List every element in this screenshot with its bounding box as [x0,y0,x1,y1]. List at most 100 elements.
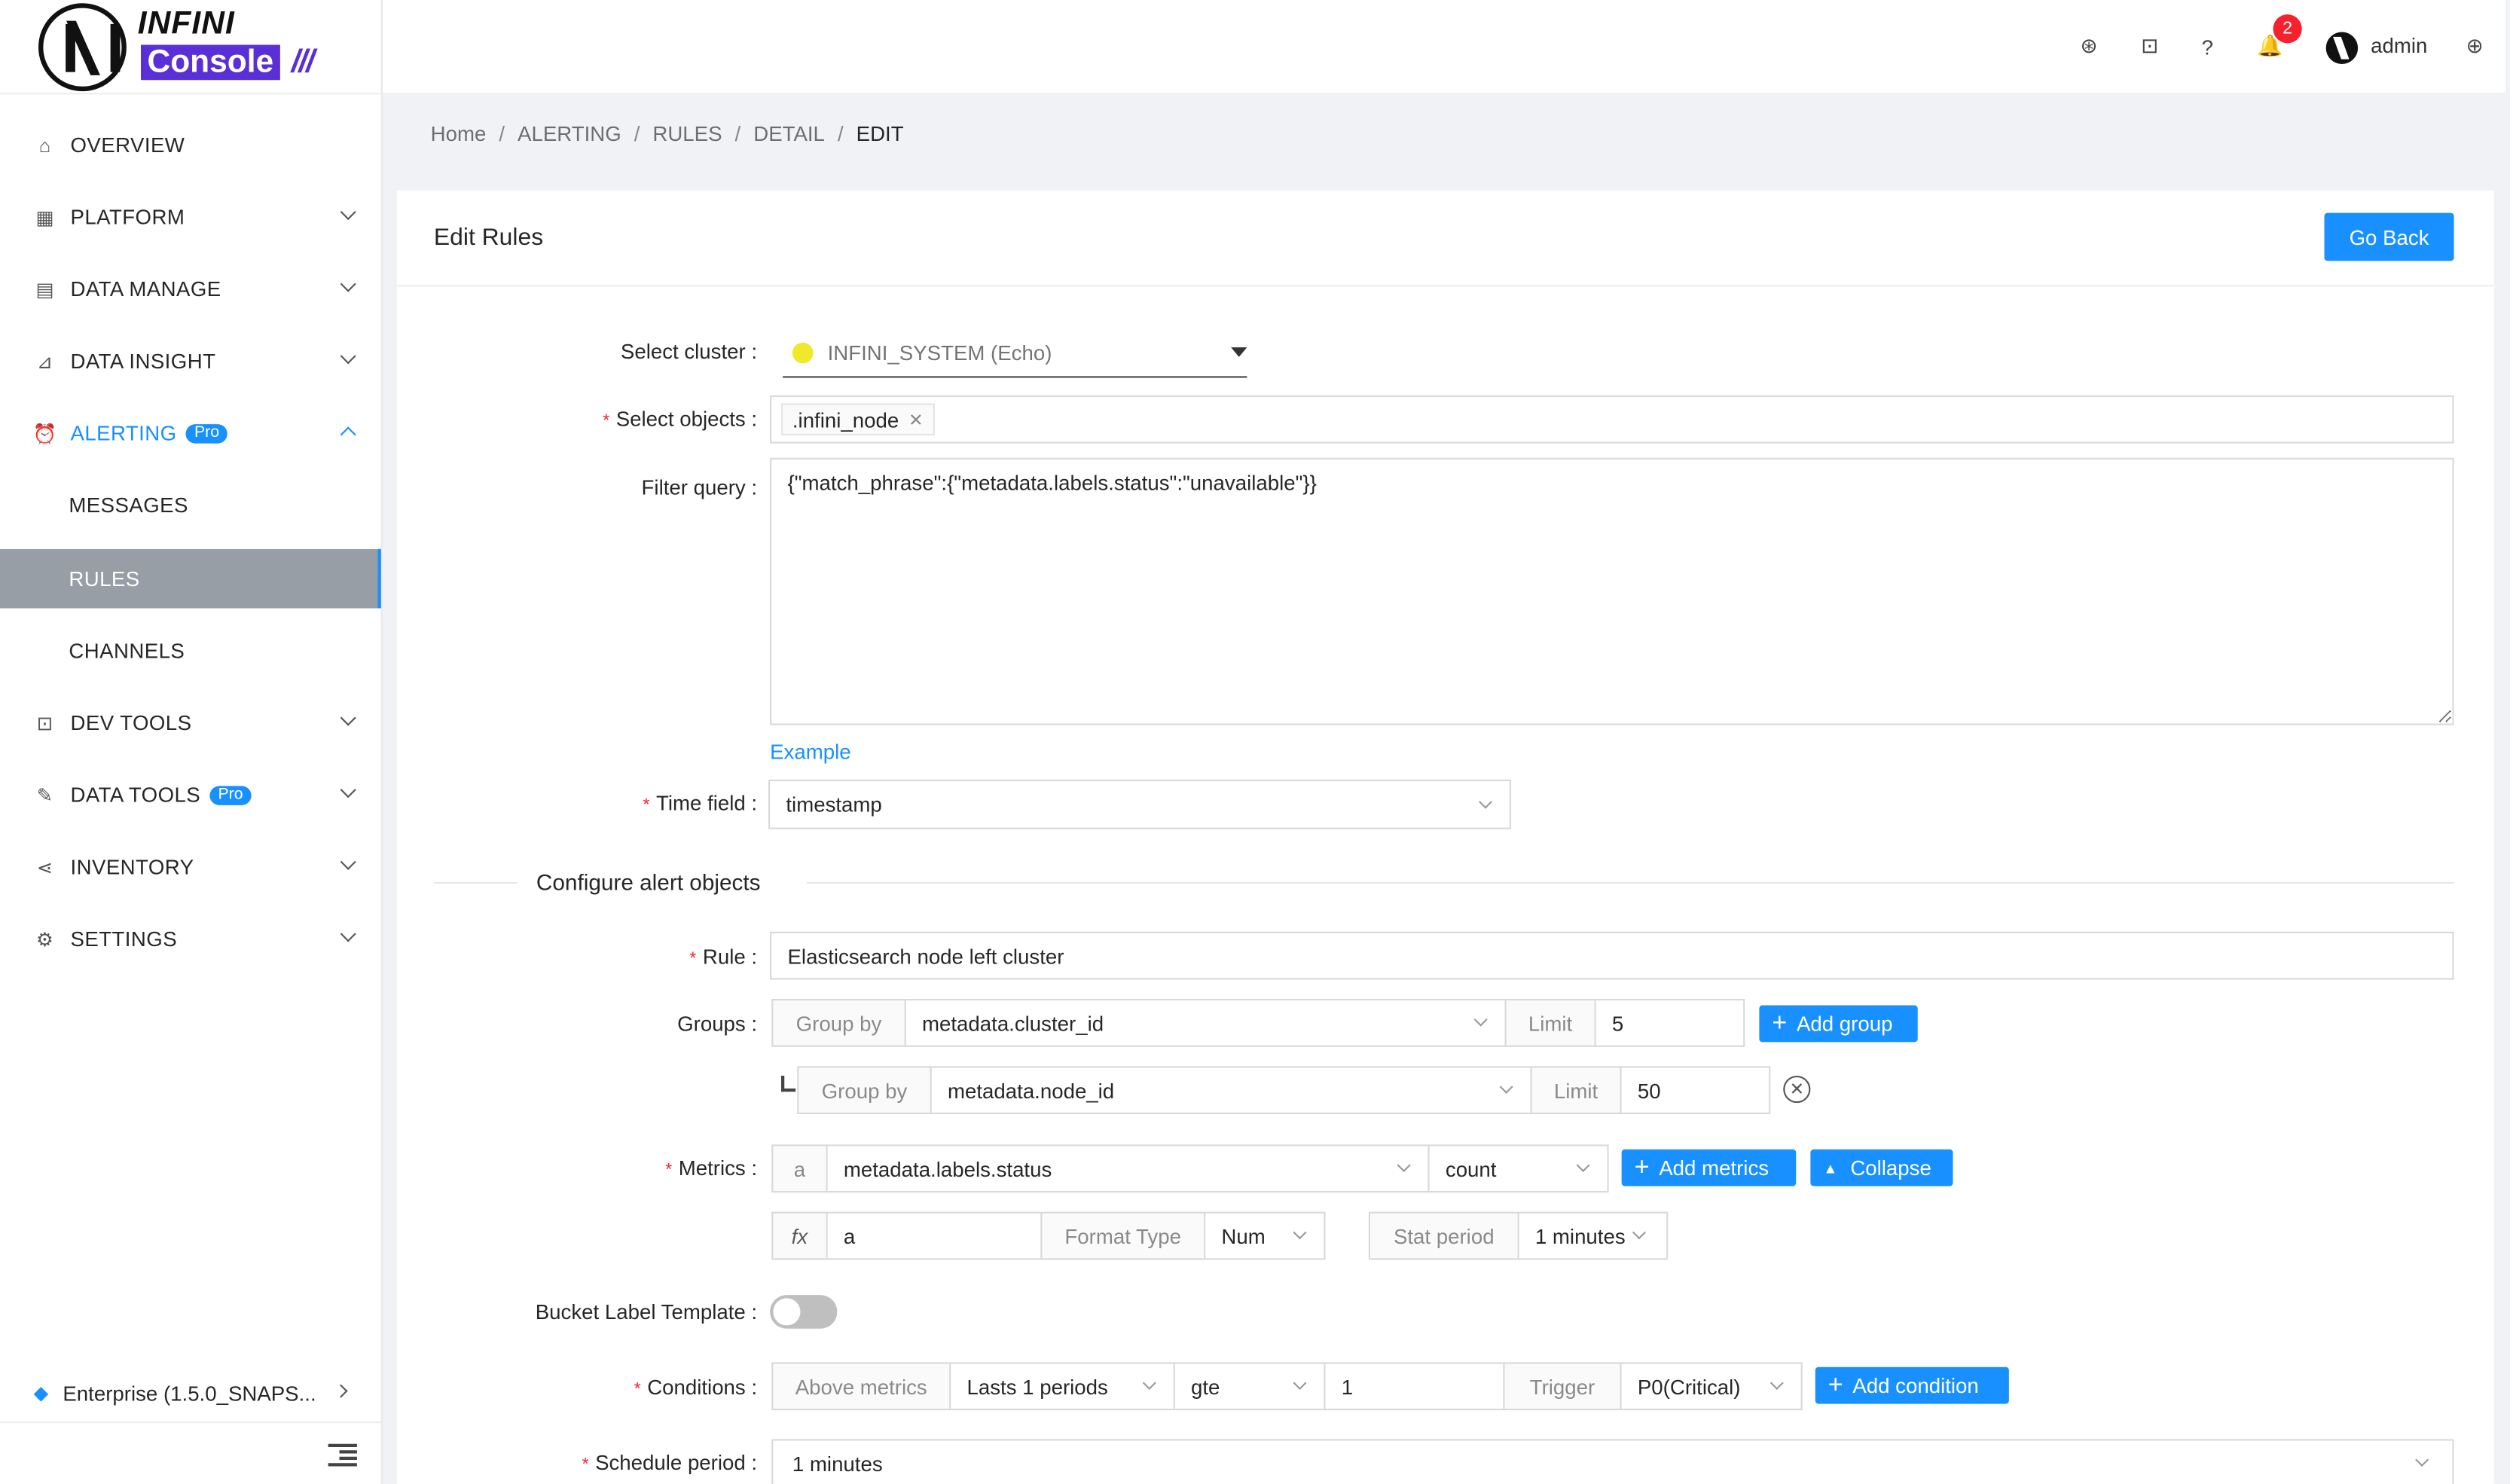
sidebar-item-channels[interactable]: CHANNELS [0,621,381,681]
group-limit-input[interactable]: 50 [1620,1066,1771,1114]
collapse-button[interactable]: ▲ Collapse [1810,1149,1953,1186]
threshold-value: 1 [1341,1374,1354,1399]
group-by-addon: Group by [797,1066,932,1114]
sidebar-item-overview[interactable]: ⌂ OVERVIEW [0,115,381,175]
cluster-icon[interactable]: ⊛ [2076,34,2102,60]
breadcrumb-home[interactable]: Home [431,122,487,146]
filter-query-textarea[interactable]: {"match_phrase":{"metadata.labels.status… [770,457,2454,725]
bucket-label-toggle[interactable] [770,1295,838,1329]
chevron-down-icon [1770,1376,1784,1391]
chevron-down-icon [1632,1226,1647,1240]
metrics-label: * Metrics : [665,1156,758,1180]
fx-addon: fx [771,1211,828,1260]
help-icon[interactable]: ? [2194,34,2220,60]
breadcrumb: Home / ALERTING / RULES / DETAIL / EDIT [431,122,904,146]
formula-value: a [843,1223,856,1248]
logo-slashes: /// [291,44,315,81]
chart-icon: ⊿ [36,350,53,373]
plus-icon: + [1828,1371,1843,1399]
go-back-button[interactable]: Go Back [2324,212,2454,261]
breadcrumb-separator: / [734,121,741,146]
periods-value: Lasts 1 periods [966,1374,1108,1399]
format-type-value: Num [1221,1223,1266,1248]
sidebar-item-data-insight[interactable]: ⊿ DATA INSIGHT [0,331,381,391]
menu-collapse-icon[interactable] [328,1443,357,1468]
add-condition-button[interactable]: + Add condition [1815,1366,2009,1404]
caret-down-icon [1231,347,1247,357]
enterprise-version[interactable]: ◆ Enterprise (1.5.0_SNAPS... [0,1364,381,1422]
logo-mark-icon [38,3,127,92]
edit-rules-card: Edit Rules Go Back [397,190,2494,1484]
chevron-down-icon [1293,1376,1307,1391]
plus-icon: + [1634,1153,1650,1181]
object-tag[interactable]: .infini_node ✕ [781,403,935,435]
rule-input-value: Elasticsearch node left cluster [787,943,1064,968]
logo-text-bottom: Console [141,44,280,81]
group-limit-input[interactable]: 5 [1594,999,1745,1047]
sidebar-item-label: DEV TOOLS [70,710,192,735]
cluster-select[interactable]: INFINI_SYSTEM (Echo) [783,329,1247,378]
stat-period-select[interactable]: 1 minutes [1517,1211,1669,1260]
pro-badge: Pro [209,785,252,805]
chevron-up-icon [340,426,356,443]
operator-select[interactable]: gte [1173,1362,1326,1411]
avatar[interactable] [2325,32,2359,64]
stat-period-value: 1 minutes [1534,1223,1626,1248]
terminal-icon: ⊡ [36,711,53,734]
metric-field-value: metadata.labels.status [843,1156,1052,1181]
sidebar-item-dev-tools[interactable]: ⊡ DEV TOOLS [0,693,381,753]
cluster-status-dot [792,342,814,364]
metric-aggregation-select[interactable]: count [1428,1144,1609,1193]
chevron-down-icon [340,710,356,726]
objects-select[interactable]: .infini_node ✕ [770,395,2454,444]
sidebar-item-label: ALERTING [70,420,177,445]
group-field-select[interactable]: metadata.node_id [930,1066,1532,1114]
add-group-button[interactable]: + Add group [1759,1005,1918,1043]
sidebar-item-settings[interactable]: ⚙ SETTINGS [0,909,381,969]
schedule-period-select[interactable]: 1 minutes [771,1439,2454,1484]
priority-select[interactable]: P0(Critical) [1620,1362,1803,1411]
console-icon[interactable]: ⊡ [2137,34,2163,60]
sidebar-item-platform[interactable]: ▦ PLATFORM [0,188,381,247]
example-link[interactable]: Example [770,740,850,764]
add-metrics-button[interactable]: + Add metrics [1621,1149,1797,1186]
logo[interactable]: INFINI Console /// [0,0,381,95]
username[interactable]: admin [2371,34,2427,58]
schedule-period-value: 1 minutes [792,1451,883,1476]
metric-field-select[interactable]: metadata.labels.status [826,1144,1430,1193]
close-icon[interactable]: ✕ [908,409,924,430]
format-type-addon: Format Type [1040,1211,1206,1260]
wrench-icon: ✎ [36,783,53,806]
chevron-right-icon [334,1384,348,1398]
sidebar-item-alerting[interactable]: ⏰ ALERTING Pro [0,404,381,463]
diamond-icon: ◆ [33,1381,49,1404]
threshold-input[interactable]: 1 [1324,1362,1505,1411]
sidebar-item-label: DATA INSIGHT [70,349,216,374]
sidebar-item-messages[interactable]: MESSAGES [0,475,381,535]
sidebar-item-inventory[interactable]: ⋖ INVENTORY [0,837,381,896]
breadcrumb-alerting[interactable]: ALERTING [518,122,621,146]
sidebar-item-rules[interactable]: RULES [0,548,381,609]
group-limit-value: 50 [1637,1078,1661,1103]
trigger-addon: Trigger [1503,1362,1622,1411]
remove-group-icon[interactable]: ✕ [1783,1076,1811,1104]
chevron-down-icon [340,926,356,942]
formula-input[interactable]: a [826,1211,1043,1260]
breadcrumb-rules[interactable]: RULES [652,122,722,146]
periods-select[interactable]: Lasts 1 periods [949,1362,1175,1411]
breadcrumb-separator: / [499,121,505,146]
schedule-period-label: * Schedule period : [582,1450,758,1475]
group-field-select[interactable]: metadata.cluster_id [904,999,1507,1047]
format-type-select[interactable]: Num [1204,1211,1326,1260]
filter-query-label: Filter query : [641,475,758,499]
sidebar-item-data-tools[interactable]: ✎ DATA TOOLS Pro [0,765,381,825]
stat-period-addon: Stat period [1368,1211,1519,1260]
globe-icon[interactable]: ⊕ [2462,34,2487,60]
sidebar-item-data-manage[interactable]: ▤ DATA MANAGE [0,259,381,319]
chevron-down-icon [1397,1158,1411,1173]
section-title: Configure alert objects [536,869,761,895]
time-field-select[interactable]: timestamp [768,779,1511,829]
sidebar-item-label: OVERVIEW [70,133,185,157]
rule-input[interactable]: Elasticsearch node left cluster [770,931,2454,980]
breadcrumb-detail[interactable]: DETAIL [753,122,825,146]
